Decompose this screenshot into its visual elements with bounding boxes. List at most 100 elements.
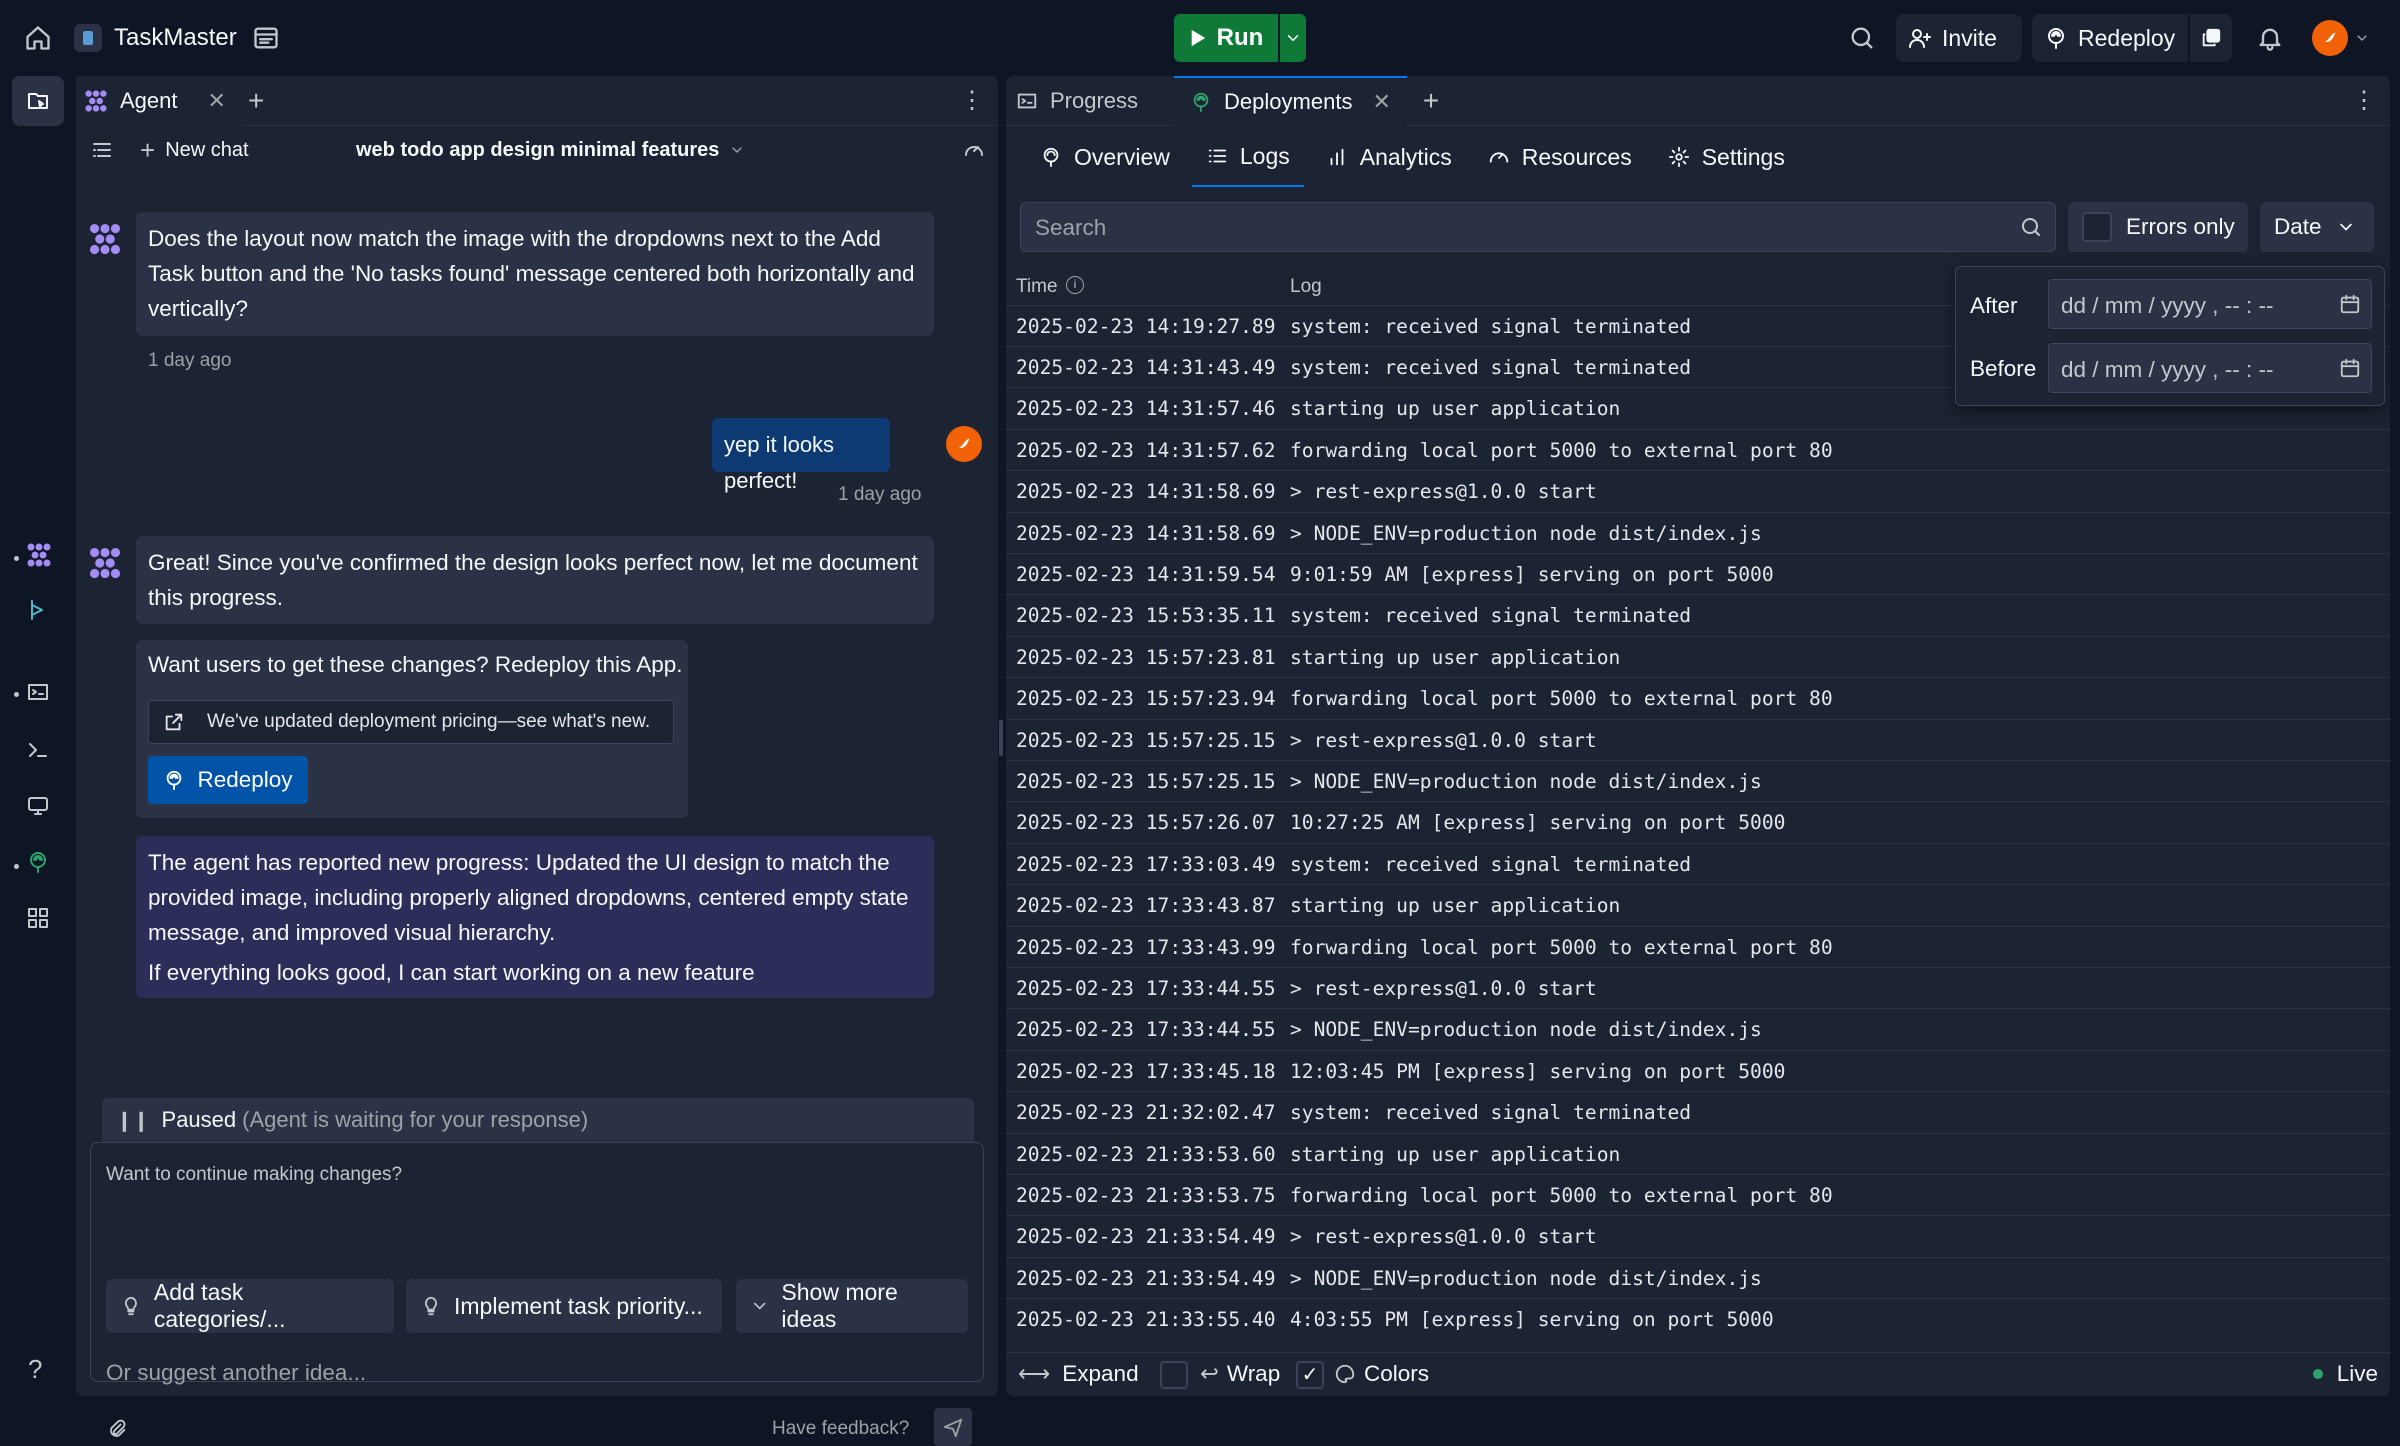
send-button[interactable] — [934, 1408, 972, 1446]
table-row: 2025-02-23 21:33:53.60 starting up user a… — [1006, 1134, 2390, 1175]
external-link-icon — [165, 713, 183, 731]
search-icon[interactable] — [1848, 24, 1876, 52]
new-chat-button[interactable]: + New chat — [140, 132, 249, 168]
add-tab-icon[interactable]: + — [1423, 85, 1439, 117]
home-icon[interactable] — [24, 24, 52, 52]
panel-menu-icon[interactable]: ⋮ — [960, 86, 984, 115]
user-avatar[interactable] — [2312, 20, 2348, 56]
tab-agent[interactable]: Agent ✕ — [76, 75, 242, 126]
notifications-icon[interactable] — [2256, 24, 2284, 52]
date-filter-button[interactable]: Date — [2260, 202, 2374, 252]
table-row: 2025-02-23 14:31:59.54 9:01:59 AM [expres… — [1006, 554, 2390, 596]
table-row: 2025-02-23 15:57:23.81 starting up user a… — [1006, 637, 2390, 679]
show-more-ideas-button[interactable]: Show more ideas — [736, 1279, 968, 1333]
subtab-overview[interactable]: Overview — [1026, 127, 1184, 187]
log-time: 2025-02-23 21:33:53.75 — [1016, 1183, 1276, 1207]
errors-only-checkbox[interactable] — [2082, 212, 2112, 242]
chat-history-icon[interactable] — [90, 138, 114, 162]
log-message: forwarding local port 5000 to external p… — [1290, 687, 1833, 711]
agent-message: Great! Since you've confirmed the design… — [136, 536, 934, 624]
subtab-settings[interactable]: Settings — [1654, 127, 1799, 187]
redeploy-options-button[interactable] — [2190, 14, 2232, 62]
pause-icon: ❙❙ — [116, 1109, 150, 1132]
wrap-toggle[interactable]: ↩ Wrap — [1200, 1361, 1280, 1387]
log-message: starting up user application — [1290, 397, 1621, 421]
agent-rail-icon[interactable] — [26, 542, 52, 568]
subtab-resources[interactable]: Resources — [1474, 127, 1646, 187]
agent-avatar — [88, 546, 122, 580]
copy-icon — [2202, 28, 2221, 47]
log-message: starting up user application — [1290, 894, 1621, 918]
agent-icon — [85, 89, 107, 112]
redeploy-top-button[interactable]: Redeploy — [2032, 14, 2188, 62]
colors-toggle[interactable]: Colors — [1334, 1361, 1429, 1387]
feedback-link[interactable]: Have feedback? — [772, 1418, 909, 1440]
log-message: > NODE_ENV=production node dist/index.js — [1290, 1018, 1762, 1042]
expand-button[interactable]: ⟷ Expand — [1018, 1361, 1139, 1387]
tab-progress[interactable]: Progress — [1006, 76, 1154, 126]
redeploy-button[interactable]: Redeploy — [148, 756, 308, 804]
webview-rail-icon[interactable] — [26, 794, 52, 820]
chat-input[interactable]: Or suggest another idea... — [106, 1360, 366, 1386]
tab-deployments[interactable]: Deployments ✕ — [1174, 76, 1407, 126]
colors-checkbox[interactable]: ✓ — [1296, 1361, 1324, 1389]
panel-resize-handle[interactable] — [999, 720, 1003, 756]
chat-title-dropdown[interactable]: web todo app design minimal features — [356, 132, 745, 168]
table-row: 2025-02-23 14:31:57.62 forwarding local p… — [1006, 430, 2390, 472]
subtab-logs[interactable]: Logs — [1191, 127, 1304, 187]
close-tab-icon[interactable]: ✕ — [208, 88, 226, 114]
log-message: 12:03:45 PM [express] serving on port 50… — [1290, 1059, 1786, 1083]
attach-icon[interactable] — [106, 1418, 128, 1440]
table-row: 2025-02-23 21:33:54.49 > NODE_ENV=product… — [1006, 1258, 2390, 1300]
deploy-icon — [1043, 147, 1059, 168]
log-list: 2025-02-23 14:19:27.89 system: received s… — [1006, 306, 2390, 1336]
subtab-analytics[interactable]: Analytics — [1312, 127, 1466, 187]
project-avatar — [74, 24, 102, 52]
run-button[interactable]: Run — [1174, 14, 1278, 62]
live-dot — [2312, 1369, 2323, 1379]
errors-only-toggle[interactable]: Errors only — [2068, 202, 2248, 252]
deploy-icon — [167, 770, 182, 791]
help-icon[interactable]: ? — [28, 1354, 42, 1385]
files-button[interactable] — [12, 76, 64, 126]
before-date-input[interactable]: dd / mm / yyyy , -- : -- — [2048, 343, 2372, 393]
all-tools-rail-icon[interactable] — [26, 906, 52, 932]
log-time: 2025-02-23 21:33:55.40 — [1016, 1308, 1276, 1332]
table-row: 2025-02-23 14:31:58.69 > rest-express@1.0… — [1006, 472, 2390, 513]
chevron-down-icon — [732, 147, 743, 153]
progress-icon — [1017, 93, 1037, 108]
redeploy-prompt: Want users to get these changes? Redeplo… — [148, 652, 683, 677]
assistant-rail-icon[interactable] — [26, 598, 52, 624]
deployments-rail-icon[interactable] — [26, 850, 52, 876]
log-search-input[interactable]: Search — [1020, 202, 2056, 252]
progress-rail-icon[interactable] — [26, 680, 52, 706]
after-date-input[interactable]: dd / mm / yyyy , -- : -- — [2048, 279, 2372, 329]
log-time: 2025-02-23 15:57:26.07 — [1016, 811, 1276, 835]
invite-button[interactable]: Invite — [1896, 14, 2022, 62]
message-timestamp: 1 day ago — [838, 484, 922, 505]
run-options-button[interactable] — [1280, 14, 1306, 62]
log-time: 2025-02-23 14:31:58.69 — [1016, 521, 1276, 545]
project-info-icon[interactable] — [252, 24, 280, 52]
wrap-checkbox[interactable] — [1160, 1361, 1188, 1389]
suggestion-chip[interactable]: Add task categories/... — [106, 1279, 394, 1333]
account-menu-chevron-icon[interactable] — [2354, 30, 2370, 46]
table-row: 2025-02-23 17:33:43.99 forwarding local p… — [1006, 927, 2390, 968]
list-icon — [1208, 149, 1227, 163]
send-icon — [943, 1418, 963, 1438]
live-indicator[interactable]: Live — [2312, 1361, 2378, 1387]
pricing-link[interactable]: We've updated deployment pricing—see wha… — [148, 700, 674, 744]
log-time: 2025-02-23 21:32:02.47 — [1016, 1101, 1276, 1125]
close-tab-icon[interactable]: ✕ — [1372, 89, 1390, 115]
usage-gauge-icon[interactable] — [962, 138, 986, 162]
deploy-tab-bar: Progress Deployments ✕ + ⋮ — [1006, 76, 2390, 126]
shell-rail-icon[interactable] — [26, 738, 52, 764]
log-time: 2025-02-23 21:33:53.60 — [1016, 1142, 1276, 1166]
lightbulb-icon — [425, 1296, 437, 1316]
suggestion-chip[interactable]: Implement task priority... — [406, 1279, 722, 1333]
info-icon[interactable]: i — [1066, 276, 1084, 294]
panel-menu-icon[interactable]: ⋮ — [2352, 86, 2376, 115]
log-message: 9:01:59 AM [express] serving on port 500… — [1290, 562, 1774, 586]
project-selector[interactable]: TaskMaster — [74, 14, 237, 62]
add-tab-icon[interactable]: + — [248, 85, 264, 117]
